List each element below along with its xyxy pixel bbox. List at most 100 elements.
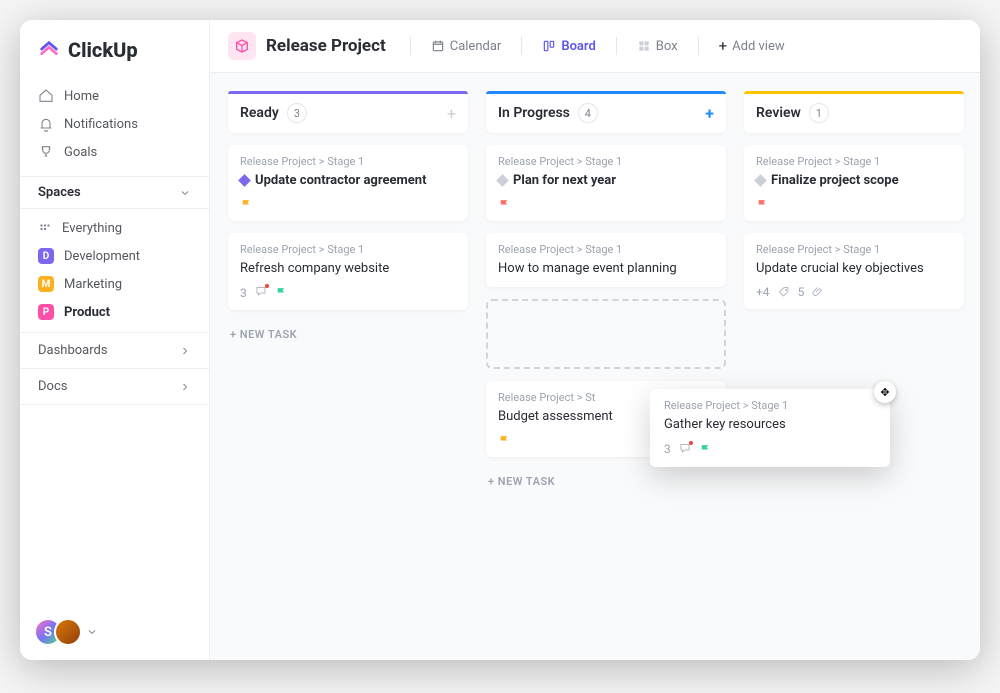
view-add[interactable]: + Add view — [711, 33, 793, 59]
card-title: Update contractor agreement — [255, 172, 426, 190]
flag-icon — [275, 286, 288, 299]
card-title: Plan for next year — [513, 172, 616, 190]
flag-icon — [240, 198, 253, 211]
column-color-bar — [744, 91, 964, 94]
chevron-down-icon — [179, 187, 191, 199]
attachment-count: 5 — [798, 285, 805, 299]
chevron-right-icon — [179, 381, 191, 393]
priority-diamond-icon — [238, 174, 251, 187]
spaces-header[interactable]: Spaces — [20, 176, 209, 209]
space-everything-label: Everything — [62, 221, 122, 236]
dragging-card[interactable]: Release Project > Stage 1 Gather key res… — [650, 389, 890, 467]
card-title: Gather key resources — [664, 416, 876, 434]
card-breadcrumb: Release Project > Stage 1 — [240, 155, 456, 168]
task-card[interactable]: Release Project > Stage 1 Plan for next … — [486, 145, 726, 221]
view-label: Board — [561, 39, 595, 54]
view-calendar[interactable]: Calendar — [423, 35, 510, 58]
card-breadcrumb: Release Project > Stage 1 — [664, 399, 876, 412]
task-card[interactable]: Release Project > Stage 1 Refresh compan… — [228, 233, 468, 311]
card-title: Finalize project scope — [771, 172, 899, 190]
sidebar-footer: S — [20, 618, 209, 646]
column-name: In Progress — [498, 105, 570, 121]
tag-count: +4 — [756, 285, 770, 299]
nav-dashboards-label: Dashboards — [38, 343, 108, 358]
task-card[interactable]: Release Project > Stage 1 Update contrac… — [228, 145, 468, 221]
view-label: Box — [656, 39, 678, 54]
sidebar: ClickUp Home Notifications Goals Spaces — [20, 20, 210, 660]
space-product[interactable]: P Product — [20, 298, 209, 326]
move-cursor-icon: ✥ — [874, 381, 896, 403]
flag-icon — [699, 443, 712, 456]
trophy-icon — [38, 144, 54, 160]
task-card[interactable]: Release Project > Stage 1 Update crucial… — [744, 233, 964, 310]
space-everything[interactable]: Everything — [20, 215, 209, 242]
column-ready: Ready 3 + Release Project > Stage 1 Upda… — [228, 93, 468, 640]
space-marketing[interactable]: M Marketing — [20, 270, 209, 298]
nav-docs[interactable]: Docs — [20, 368, 209, 405]
column-header[interactable]: Ready 3 + — [228, 93, 468, 133]
column-add-button[interactable]: + — [447, 104, 456, 123]
divider — [698, 37, 699, 55]
grid-icon — [637, 39, 651, 53]
avatar-team[interactable] — [54, 618, 82, 646]
nav-dashboards[interactable]: Dashboards — [20, 332, 209, 368]
column-count: 3 — [287, 103, 307, 123]
paperclip-icon — [812, 286, 824, 298]
column-name: Ready — [240, 105, 279, 121]
chevron-down-icon[interactable] — [86, 626, 98, 638]
nav-home[interactable]: Home — [20, 82, 209, 110]
task-card[interactable]: Release Project > Stage 1 How to manage … — [486, 233, 726, 288]
card-title: How to manage event planning — [498, 260, 714, 278]
new-task-button[interactable]: + NEW TASK — [486, 469, 726, 494]
tag-icon — [778, 286, 790, 298]
comment-count: 3 — [664, 442, 671, 456]
flag-icon — [498, 198, 511, 211]
column-header[interactable]: Review 1 — [744, 93, 964, 133]
card-title: Update crucial key objectives — [756, 260, 952, 278]
calendar-icon — [431, 39, 445, 53]
column-header[interactable]: In Progress 4 + — [486, 93, 726, 133]
header-bar: Release Project Calendar Board Box + Add… — [210, 20, 980, 73]
board: Ready 3 + Release Project > Stage 1 Upda… — [210, 73, 980, 660]
grid-dots-icon — [38, 222, 52, 236]
clickup-logo-icon — [38, 39, 60, 61]
space-badge: D — [38, 248, 54, 264]
drop-placeholder[interactable] — [486, 299, 726, 369]
new-task-button[interactable]: + NEW TASK — [228, 322, 468, 347]
card-breadcrumb: Release Project > Stage 1 — [240, 243, 456, 256]
nav-docs-label: Docs — [38, 379, 67, 394]
view-label: Calendar — [450, 39, 502, 54]
flag-icon — [756, 198, 769, 211]
box-icon — [234, 38, 250, 54]
column-in-progress: In Progress 4 + Release Project > Stage … — [486, 93, 726, 640]
nav-notifications[interactable]: Notifications — [20, 110, 209, 138]
nav-notifications-label: Notifications — [64, 117, 138, 132]
project-icon[interactable] — [228, 32, 256, 60]
card-breadcrumb: Release Project > Stage 1 — [498, 243, 714, 256]
priority-diamond-icon — [754, 174, 767, 187]
view-box[interactable]: Box — [629, 35, 686, 58]
column-color-bar — [486, 91, 726, 94]
comment-icon-wrapper — [679, 442, 691, 457]
divider — [521, 37, 522, 55]
comment-count: 3 — [240, 286, 247, 300]
flag-icon — [498, 434, 511, 447]
spaces-list: Everything D Development M Marketing P P… — [20, 209, 209, 332]
space-development[interactable]: D Development — [20, 242, 209, 270]
comment-icon — [255, 285, 267, 297]
logo[interactable]: ClickUp — [20, 34, 209, 78]
card-breadcrumb: Release Project > Stage 1 — [756, 243, 952, 256]
divider — [616, 37, 617, 55]
column-count: 1 — [809, 103, 829, 123]
card-title: Refresh company website — [240, 260, 456, 278]
home-icon — [38, 88, 54, 104]
column-add-button[interactable]: + — [705, 104, 714, 123]
nav-goals-label: Goals — [64, 145, 97, 160]
column-review: Review 1 Release Project > Stage 1 Final… — [744, 93, 964, 640]
nav-goals[interactable]: Goals — [20, 138, 209, 166]
card-breadcrumb: Release Project > Stage 1 — [756, 155, 952, 168]
task-card[interactable]: Release Project > Stage 1 Finalize proje… — [744, 145, 964, 221]
nav-home-label: Home — [64, 89, 99, 104]
view-label: Add view — [732, 39, 785, 54]
view-board[interactable]: Board — [534, 35, 603, 58]
